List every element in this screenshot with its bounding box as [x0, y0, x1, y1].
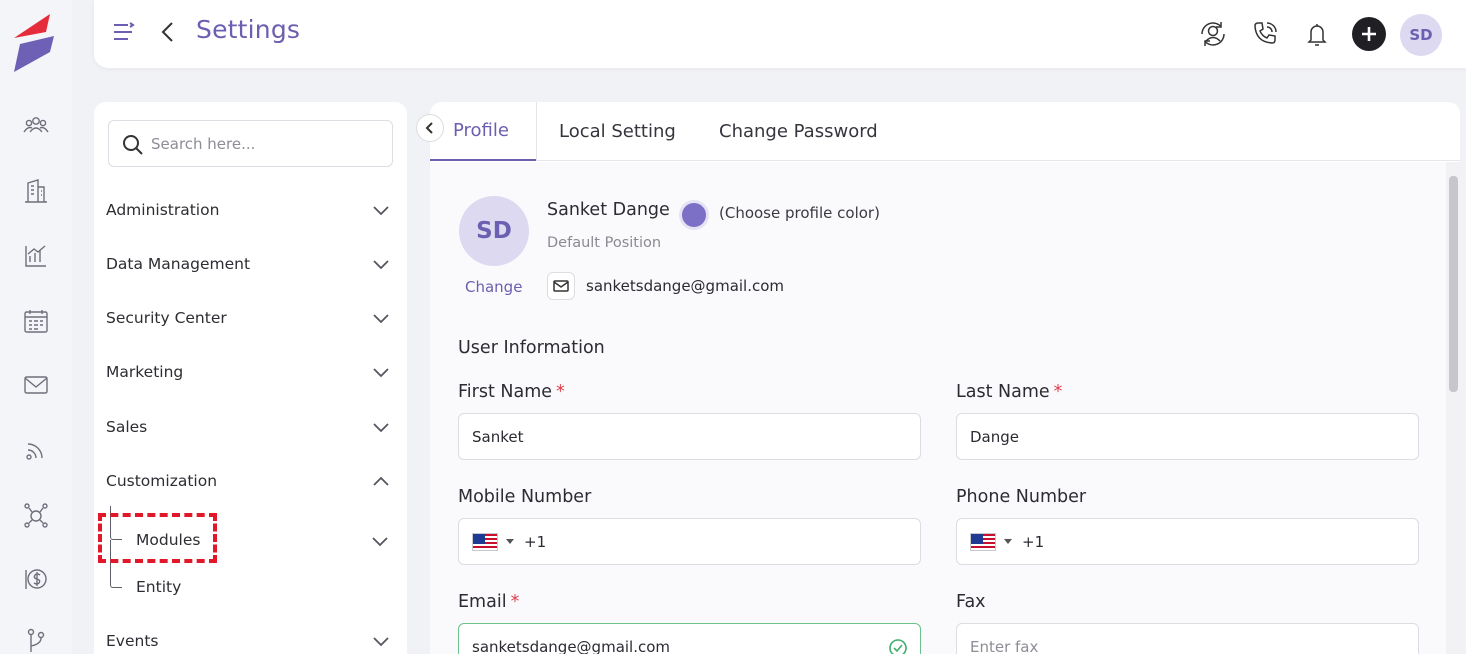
app-logo[interactable]	[10, 12, 58, 74]
color-hint-text: (Choose profile color)	[719, 204, 880, 222]
fax-label: Fax	[956, 592, 986, 612]
nav-item-customization[interactable]: Customization	[106, 466, 396, 496]
last-name-value: Dange	[970, 427, 1019, 446]
feed-icon[interactable]	[20, 434, 52, 466]
search-icon	[123, 135, 143, 155]
phone-number-label: Phone Number	[956, 487, 1087, 507]
sub-item-entity[interactable]: Entity	[110, 573, 181, 601]
fax-field[interactable]: Enter fax	[956, 623, 1419, 654]
email-field[interactable]: sanketsdange@gmail.com	[458, 623, 921, 654]
first-name-value: Sanket	[472, 427, 524, 446]
user-sync-icon[interactable]	[1195, 16, 1231, 52]
plus-icon	[1362, 27, 1376, 41]
required-mark: *	[1053, 382, 1063, 402]
caret-down-icon[interactable]	[506, 539, 514, 544]
chevron-up-icon	[373, 476, 389, 486]
user-name: Sanket Dange	[547, 200, 670, 220]
notification-bell-icon[interactable]	[1299, 16, 1335, 52]
profile-avatar: SD	[459, 196, 529, 266]
nav-item-label: Customization	[106, 472, 218, 490]
nav-item-data-management[interactable]: Data Management	[106, 249, 396, 279]
modules-chevron-down-icon[interactable]	[369, 530, 391, 552]
profile-color-picker[interactable]	[679, 200, 709, 230]
chevron-down-icon	[373, 368, 389, 378]
mail-icon[interactable]	[20, 369, 52, 401]
us-flag-icon[interactable]	[472, 532, 498, 551]
first-name-field[interactable]: Sanket	[458, 413, 921, 460]
nav-item-label: Events	[106, 632, 159, 650]
chevron-down-icon	[373, 637, 389, 647]
chevron-down-icon	[373, 423, 389, 433]
nav-item-label: Marketing	[106, 363, 184, 381]
profile-content: SD Change Sanket Dange (Choose profile c…	[430, 162, 1446, 654]
email-value: sanketsdange@gmail.com	[472, 637, 671, 654]
back-arrow-icon[interactable]	[158, 20, 178, 44]
fax-placeholder: Enter fax	[970, 637, 1039, 654]
nav-item-label: Administration	[106, 201, 220, 219]
user-email: sanketsdange@gmail.com	[586, 277, 785, 295]
nav-item-label: Sales	[106, 418, 148, 436]
user-avatar[interactable]: SD	[1400, 14, 1442, 56]
user-position: Default Position	[547, 235, 662, 251]
tab-profile[interactable]: Profile	[430, 102, 536, 161]
nav-item-events[interactable]: Events	[106, 626, 396, 654]
users-icon[interactable]	[20, 110, 52, 142]
analytics-icon[interactable]	[20, 240, 52, 272]
label-text: First Name	[458, 382, 553, 402]
phone-call-icon[interactable]	[1247, 16, 1283, 52]
chevron-down-icon	[373, 260, 389, 270]
tab-local-setting[interactable]: Local Setting	[559, 102, 676, 161]
chevron-down-icon	[373, 206, 389, 216]
building-icon[interactable]	[20, 175, 52, 207]
chevron-left-icon	[425, 122, 433, 134]
first-name-label: First Name *	[458, 382, 565, 402]
settings-nav-panel: Administration Data Management Security …	[94, 102, 407, 654]
nav-item-sales[interactable]: Sales	[106, 412, 396, 442]
add-new-button[interactable]	[1352, 17, 1386, 51]
us-flag-icon[interactable]	[970, 532, 996, 551]
top-header: Settings SD	[94, 0, 1466, 68]
dollar-icon[interactable]	[20, 563, 52, 595]
required-mark: *	[556, 382, 565, 402]
search-box	[108, 120, 393, 167]
mobile-number-label: Mobile Number	[458, 487, 592, 507]
calendar-icon[interactable]	[20, 305, 52, 337]
menu-toggle-icon[interactable]	[112, 20, 136, 44]
check-circle-icon	[889, 639, 907, 654]
envelope-icon	[547, 272, 575, 300]
page-title: Settings	[196, 15, 301, 44]
branch-icon[interactable]	[20, 624, 52, 654]
required-mark: *	[510, 592, 520, 612]
main-panel: Profile Local Setting Change Password SD…	[430, 102, 1460, 654]
search-input[interactable]	[151, 131, 381, 157]
network-icon[interactable]	[20, 499, 52, 531]
scrollbar-thumb[interactable]	[1449, 176, 1458, 392]
last-name-label: Last Name *	[956, 382, 1062, 402]
nav-item-administration[interactable]: Administration	[106, 195, 396, 225]
sub-item-label: Entity	[136, 578, 182, 596]
nav-item-label: Data Management	[106, 255, 251, 273]
email-label: Email *	[458, 592, 519, 612]
label-text: Email	[458, 592, 507, 612]
tab-bar: Profile Local Setting Change Password	[430, 102, 1460, 161]
last-name-field[interactable]: Dange	[956, 413, 1419, 460]
change-avatar-link[interactable]: Change	[465, 278, 522, 296]
nav-item-security-center[interactable]: Security Center	[106, 303, 396, 333]
chevron-down-icon	[373, 314, 389, 324]
left-rail	[0, 0, 72, 654]
nav-item-marketing[interactable]: Marketing	[106, 357, 396, 387]
nav-item-label: Security Center	[106, 309, 227, 327]
section-title: User Information	[458, 338, 605, 358]
caret-down-icon[interactable]	[1004, 539, 1012, 544]
collapse-panel-button[interactable]	[416, 114, 444, 142]
tab-change-password[interactable]: Change Password	[719, 102, 878, 161]
country-code: +1	[1022, 532, 1045, 551]
vertical-scrollbar[interactable]	[1446, 162, 1460, 654]
label-text: Last Name	[956, 382, 1050, 402]
highlight-box	[98, 513, 217, 563]
tab-divider	[536, 102, 537, 161]
phone-number-field[interactable]: +1	[956, 518, 1419, 565]
mobile-number-field[interactable]: +1	[458, 518, 921, 565]
country-code: +1	[524, 532, 547, 551]
